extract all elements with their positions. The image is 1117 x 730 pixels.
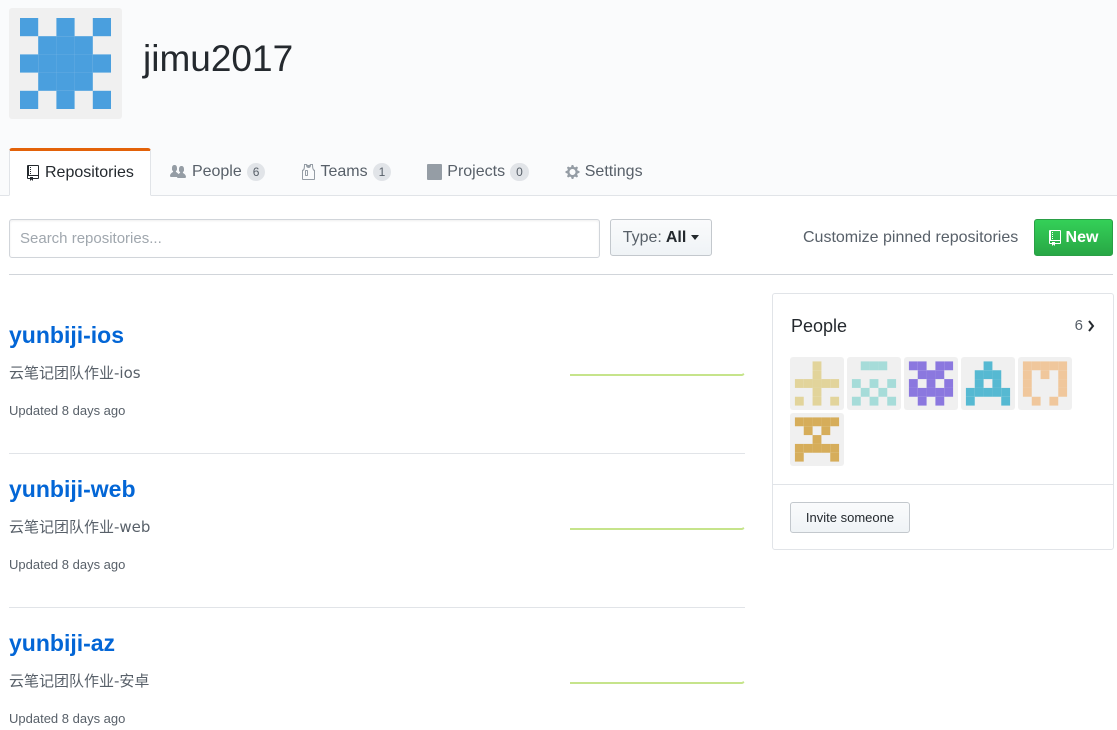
people-sidebar-box: People 6 Invite someone	[772, 293, 1114, 550]
activity-sparkline	[570, 527, 745, 530]
people-box-footer	[773, 484, 1113, 485]
org-avatar	[9, 8, 122, 119]
avatar-identicon	[851, 361, 897, 406]
repo-item: yunbiji-az 云笔记团队作业-安卓 Updated 8 days ago	[9, 608, 745, 730]
member-avatar[interactable]	[1018, 357, 1072, 410]
tab-people-label: People	[191, 163, 242, 180]
avatar-identicon	[908, 361, 954, 406]
tab-repositories[interactable]: Repositories	[9, 148, 151, 196]
repo-updated-time: Updated 8 days ago	[9, 711, 126, 726]
people-count-link[interactable]: 6	[1075, 317, 1095, 334]
project-icon	[427, 164, 443, 180]
tab-projects[interactable]: Projects 0	[409, 148, 546, 196]
repo-name-link[interactable]: yunbiji-web	[9, 476, 136, 503]
repo-description: 云笔记团队作业-ios	[9, 364, 141, 382]
repo-updated-time: Updated 8 days ago	[9, 403, 126, 418]
member-avatar[interactable]	[847, 357, 901, 410]
member-avatar[interactable]	[904, 357, 958, 410]
people-box-title: People	[791, 316, 848, 336]
repo-description: 云笔记团队作业-安卓	[9, 672, 150, 690]
repo-name-link[interactable]: yunbiji-ios	[9, 322, 124, 349]
tab-settings-label: Settings	[584, 163, 643, 180]
people-counter: 6	[246, 163, 266, 181]
repo-icon	[27, 165, 39, 181]
activity-sparkline	[570, 373, 745, 376]
type-filter-label: Type:	[622, 228, 662, 246]
caret-down-icon	[691, 235, 700, 240]
customize-pinned-link[interactable]: Customize pinned repositories	[803, 229, 1018, 247]
repo-updated-time: Updated 8 days ago	[9, 557, 126, 572]
avatar-identicon	[794, 417, 840, 462]
member-avatar[interactable]	[961, 357, 1015, 410]
avatar-identicon	[1022, 361, 1068, 406]
gear-icon	[565, 165, 580, 179]
repo-description: 云笔记团队作业-web	[9, 518, 151, 536]
member-avatar[interactable]	[790, 413, 844, 466]
toolbar-divider	[9, 274, 1113, 275]
org-name: jimu2017	[143, 38, 294, 79]
org-identicon	[20, 18, 111, 109]
org-nav-tabs: Repositories People 6 Teams 1 Projects 0…	[9, 148, 661, 196]
teams-counter: 1	[372, 163, 392, 181]
people-icon	[169, 165, 186, 178]
type-filter-value: All	[665, 228, 687, 246]
people-count: 6	[1074, 317, 1083, 334]
tab-repositories-label: Repositories	[45, 164, 134, 181]
repo-item: yunbiji-web 云笔记团队作业-web Updated 8 days a…	[9, 454, 745, 608]
tab-projects-label: Projects	[447, 163, 506, 180]
search-repositories-input[interactable]	[9, 219, 600, 258]
member-avatar[interactable]	[790, 357, 844, 410]
tab-people[interactable]: People 6	[151, 148, 284, 196]
repo-item: yunbiji-ios 云笔记团队作业-ios Updated 8 days a…	[9, 300, 745, 454]
type-filter-dropdown[interactable]: Type: All	[610, 219, 712, 256]
invite-someone-button[interactable]: Invite someone	[790, 502, 910, 533]
new-button-label: New	[1065, 228, 1099, 246]
tab-settings[interactable]: Settings	[547, 148, 661, 196]
avatar-identicon	[965, 361, 1011, 406]
projects-counter: 0	[510, 163, 529, 181]
jersey-icon	[302, 164, 316, 180]
repo-name-link[interactable]: yunbiji-az	[9, 630, 115, 657]
repo-icon	[1048, 229, 1061, 246]
member-avatars	[790, 357, 1075, 466]
activity-sparkline	[570, 681, 745, 684]
repository-list: yunbiji-ios 云笔记团队作业-ios Updated 8 days a…	[9, 300, 745, 730]
avatar-identicon	[794, 361, 840, 406]
new-repository-button[interactable]: New	[1034, 219, 1113, 256]
chevron-right-icon	[1088, 319, 1095, 332]
tab-teams[interactable]: Teams 1	[283, 148, 409, 196]
tab-teams-label: Teams	[320, 163, 368, 180]
